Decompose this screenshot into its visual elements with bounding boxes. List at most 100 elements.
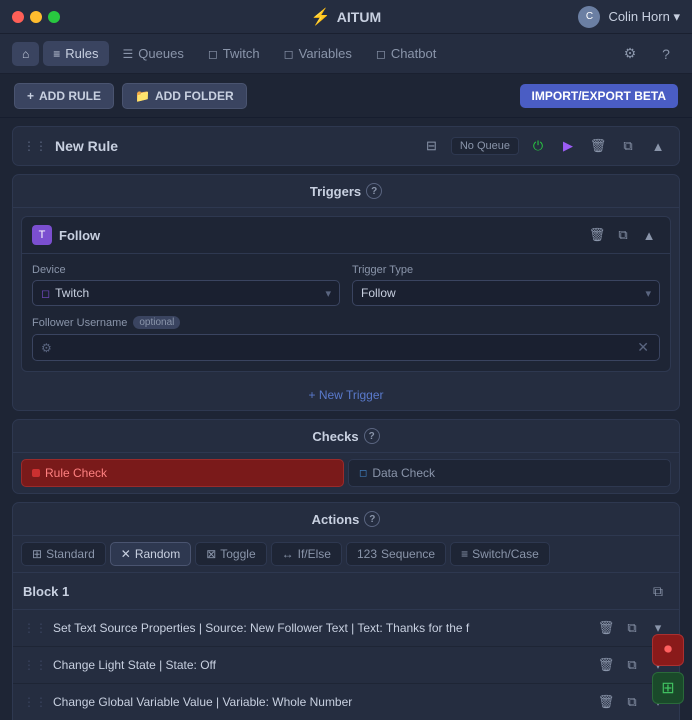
tab-toggle[interactable]: ⊠ Toggle	[195, 542, 266, 566]
actions-help-icon[interactable]: ?	[364, 511, 380, 527]
tab-random[interactable]: ✕ Random	[110, 542, 191, 566]
sequence-icon: 123	[357, 547, 377, 561]
block-name: Block 1	[23, 584, 647, 599]
copy-trigger-button[interactable]: ⧉	[612, 224, 634, 246]
action-text-1: Change Light State | State: Off	[53, 658, 589, 672]
trigger-body: Device ◻ Twitch ▾ Trigger Type	[22, 254, 670, 371]
trigger-header: T Follow 🗑 ⧉ ▲	[22, 217, 670, 254]
action-item-1: ⋮⋮ Change Light State | State: Off 🗑 ⧉ ▾	[13, 647, 679, 684]
tab-switchcase[interactable]: ≡ Switch/Case	[450, 542, 550, 566]
new-trigger-button[interactable]: + New Trigger	[13, 380, 679, 410]
action-item-2: ⋮⋮ Change Global Variable Value | Variab…	[13, 684, 679, 720]
folder-icon: 📁	[135, 89, 150, 103]
checks-row: Rule Check ◻ Data Check	[13, 453, 679, 493]
twitch-icon: ◻	[208, 47, 218, 61]
toolbar: + ADD RULE 📁 ADD FOLDER IMPORT/EXPORT BE…	[0, 74, 692, 118]
actions-tabs: ⊞ Standard ✕ Random ⊠ Toggle ↔ If/Else 1…	[13, 536, 679, 573]
settings-icon: ⚙	[624, 45, 637, 62]
import-export-button[interactable]: IMPORT/EXPORT BETA	[520, 84, 678, 108]
help-button[interactable]: ?	[652, 40, 680, 68]
user-menu[interactable]: C Colin Horn ▾	[578, 6, 680, 28]
delete-trigger-button[interactable]: 🗑	[586, 224, 608, 246]
drag-handle-icon[interactable]: ⋮⋮	[23, 139, 47, 153]
tab-standard[interactable]: ⊞ Standard	[21, 542, 106, 566]
trigger-type-select[interactable]: Follow ▾	[352, 280, 660, 306]
delete-rule-button[interactable]: 🗑	[587, 135, 609, 157]
triggers-help-icon[interactable]: ?	[366, 183, 382, 199]
action-item-0: ⋮⋮ Set Text Source Properties | Source: …	[13, 610, 679, 647]
nav-actions: ⚙ ?	[616, 40, 680, 68]
nav-item-rules[interactable]: ≡ Rules	[43, 41, 108, 66]
device-trigger-row: Device ◻ Twitch ▾ Trigger Type	[32, 264, 660, 306]
rule-check-dot	[32, 469, 40, 477]
block-1-header: Block 1 ⧉	[13, 573, 679, 610]
trigger-type-chevron-icon: ▾	[645, 287, 651, 300]
follower-input-row: ⚙ ✕	[32, 334, 660, 361]
copy-rule-button[interactable]: ⧉	[617, 135, 639, 157]
trigger-name: Follow	[59, 228, 579, 243]
trigger-type-label: Trigger Type	[352, 264, 660, 276]
device-chevron-icon: ▾	[325, 287, 331, 300]
add-rule-button[interactable]: + ADD RULE	[14, 83, 114, 109]
collapse-trigger-button[interactable]: ▲	[638, 224, 660, 246]
action-drag-icon-1: ⋮⋮	[23, 658, 47, 672]
copy-action-0-button[interactable]: ⧉	[621, 617, 643, 639]
avatar: C	[578, 6, 600, 28]
switchcase-icon: ≡	[461, 547, 468, 561]
variables-icon: ◻	[284, 47, 294, 61]
toggle-icon: ⊠	[206, 547, 216, 561]
follower-username-input[interactable]	[56, 341, 636, 355]
delete-action-2-button[interactable]: 🗑	[595, 691, 617, 713]
nav-item-chatbot[interactable]: ◻ Chatbot	[366, 41, 447, 66]
nav-item-home[interactable]: ⌂	[12, 42, 39, 66]
tab-ifelse[interactable]: ↔ If/Else	[271, 542, 342, 566]
settings-button[interactable]: ⚙	[616, 40, 644, 68]
copy-action-1-button[interactable]: ⧉	[621, 654, 643, 676]
checks-title: Checks ?	[13, 420, 679, 453]
rule-check-item[interactable]: Rule Check	[21, 459, 344, 487]
rule-name: New Rule	[55, 138, 418, 154]
delete-action-0-button[interactable]: 🗑	[595, 617, 617, 639]
tab-sequence[interactable]: 123 Sequence	[346, 542, 446, 566]
rules-icon: ≡	[53, 47, 60, 61]
copy-action-2-button[interactable]: ⧉	[621, 691, 643, 713]
trigger-type-group: Trigger Type Follow ▾	[352, 264, 660, 306]
collapse-rule-button[interactable]: ▲	[647, 135, 669, 157]
follower-username-label: Follower Username	[32, 317, 127, 329]
checks-section: Checks ? Rule Check ◻ Data Check	[12, 419, 680, 494]
nav-item-twitch[interactable]: ◻ Twitch	[198, 41, 270, 66]
action-drag-icon-2: ⋮⋮	[23, 695, 47, 709]
data-check-item[interactable]: ◻ Data Check	[348, 459, 671, 487]
delete-action-1-button[interactable]: 🗑	[595, 654, 617, 676]
clear-follower-button[interactable]: ✕	[635, 339, 651, 356]
checks-help-icon[interactable]: ?	[364, 428, 380, 444]
chatbot-icon: ◻	[376, 47, 386, 61]
device-group: Device ◻ Twitch ▾	[32, 264, 340, 306]
action-drag-icon-0: ⋮⋮	[23, 621, 47, 635]
copy-block-button[interactable]: ⧉	[647, 580, 669, 602]
queues-icon: ☰	[123, 47, 134, 61]
navbar: ⌂ ≡ Rules ☰ Queues ◻ Twitch ◻ Variables …	[0, 34, 692, 74]
follower-label-row: Follower Username optional	[32, 316, 660, 329]
action-text-2: Change Global Variable Value | Variable:…	[53, 695, 589, 709]
data-check-icon: ◻	[359, 468, 367, 479]
device-select[interactable]: ◻ Twitch ▾	[32, 280, 340, 306]
grid-button[interactable]: ⊞	[652, 672, 684, 704]
action-text-0: Set Text Source Properties | Source: New…	[53, 621, 589, 635]
ifelse-icon: ↔	[282, 547, 294, 561]
rule-header: ⋮⋮ New Rule ⊟ No Queue ⏻ ▶ 🗑 ⧉ ▲	[12, 126, 680, 166]
follower-gear-icon: ⚙	[41, 341, 52, 355]
nav-item-variables[interactable]: ◻ Variables	[274, 41, 362, 66]
minimize-button[interactable]	[30, 11, 42, 23]
nav-item-queues[interactable]: ☰ Queues	[113, 41, 194, 66]
power-button[interactable]: ⏻	[527, 135, 549, 157]
play-button[interactable]: ▶	[557, 135, 579, 157]
layers-icon: ⊟	[426, 138, 437, 154]
record-icon: ⏺	[664, 641, 672, 659]
maximize-button[interactable]	[48, 11, 60, 23]
trigger-type-icon: T	[32, 225, 52, 245]
rule-queue[interactable]: No Queue	[451, 137, 519, 155]
record-button[interactable]: ⏺	[652, 634, 684, 666]
add-folder-button[interactable]: 📁 ADD FOLDER	[122, 83, 247, 109]
close-button[interactable]	[12, 11, 24, 23]
